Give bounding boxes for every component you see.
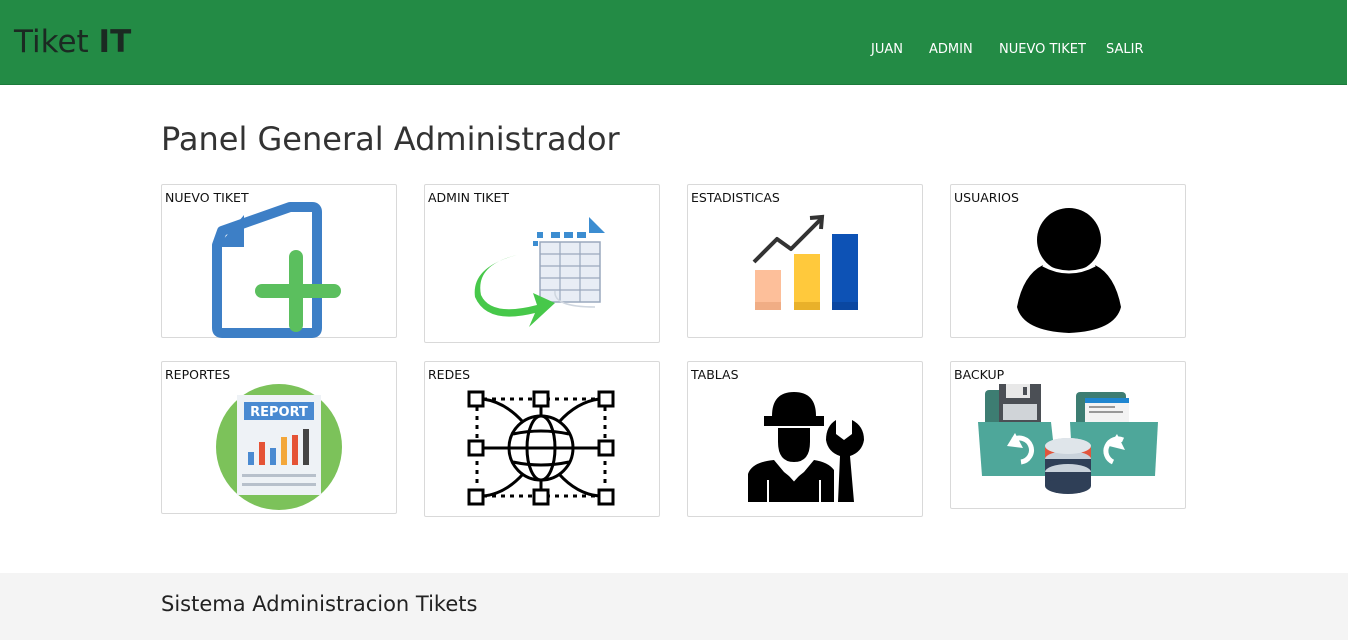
top-navbar: Tiket IT JUAN ADMIN NUEVO TIKET SALIR <box>0 0 1347 85</box>
nav-link-juan[interactable]: JUAN <box>871 42 903 57</box>
card-label: USUARIOS <box>954 190 1019 205</box>
new-document-plus-icon <box>212 202 341 338</box>
card-tablas[interactable]: TABLAS <box>687 361 923 517</box>
page-title: Panel General Administrador <box>161 120 620 158</box>
nav-link-salir[interactable]: SALIR <box>1106 42 1144 57</box>
card-label: REDES <box>428 367 471 382</box>
nav-link-nuevo-tiket[interactable]: NUEVO TIKET <box>999 42 1086 57</box>
backup-database-icon <box>978 384 1158 494</box>
card-nuevo-tiket[interactable]: NUEVO TIKET <box>161 184 397 338</box>
card-redes[interactable]: REDES <box>424 361 660 517</box>
card-usuarios[interactable]: USUARIOS <box>950 184 1186 338</box>
card-label: TABLAS <box>691 367 739 382</box>
table-arrow-icon <box>474 217 605 327</box>
card-label: ESTADISTICAS <box>691 190 780 205</box>
network-globe-icon <box>467 390 615 506</box>
card-label: NUEVO TIKET <box>165 190 249 205</box>
brand-logo[interactable]: Tiket IT <box>14 24 131 60</box>
card-reportes[interactable]: REPORT REPORTES <box>161 361 397 514</box>
nav-link-admin[interactable]: ADMIN <box>929 42 973 57</box>
technician-wrench-icon <box>748 392 864 502</box>
card-label: REPORTES <box>165 367 231 382</box>
report-icon: REPORT <box>216 384 342 510</box>
card-label: ADMIN TIKET <box>428 190 510 205</box>
footer-text: Sistema Administracion Tikets <box>161 592 478 616</box>
bar-chart-trend-icon <box>752 214 858 310</box>
svg-text:REPORT: REPORT <box>250 405 308 420</box>
card-backup[interactable]: BACKUP <box>950 361 1186 509</box>
card-admin-tiket[interactable]: ADMIN TIKET <box>424 184 660 343</box>
card-estadisticas[interactable]: ESTADISTICAS <box>687 184 923 338</box>
user-silhouette-icon <box>1017 208 1121 333</box>
card-label: BACKUP <box>954 367 1005 382</box>
footer: Sistema Administracion Tikets <box>0 573 1348 640</box>
